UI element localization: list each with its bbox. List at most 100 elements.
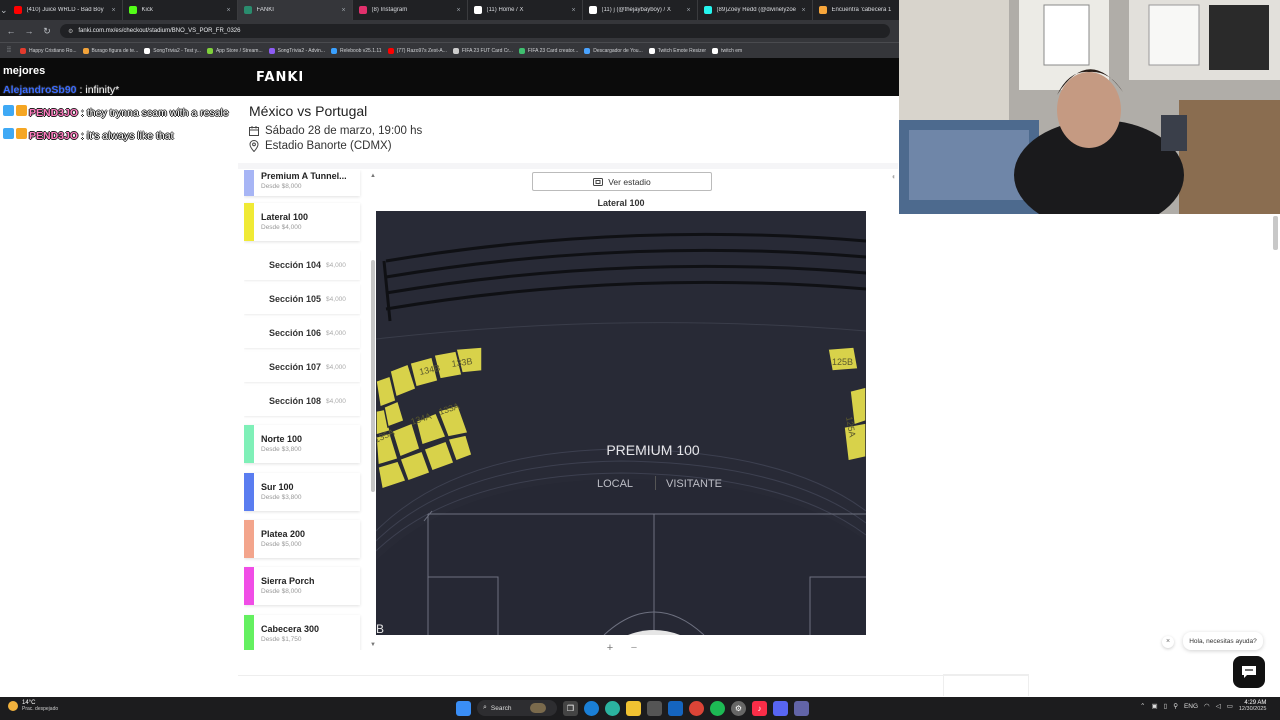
tab-close-icon[interactable]: × [111,7,115,14]
section-price: Desde $8,000 [261,588,302,595]
bookmark-favicon-icon [452,47,459,54]
url-field[interactable]: ⚙ fanki.com.mx/es/checkout/stadium/BNO_V… [60,24,890,38]
browser-tab[interactable]: (410) Juice WRLD - Bad Boy × [8,0,123,20]
browser-tab[interactable]: (89)Zoey Redd (@divinelyzoey) × [698,0,813,20]
tray-phone-icon[interactable]: ▯ [1164,702,1168,710]
tray-app-icon[interactable]: ▣ [1151,702,1157,710]
bookmark-item[interactable]: FIFA 23 FUT Card Cr... [452,47,513,54]
ver-estadio-button[interactable]: Ver estadio [532,172,712,191]
seat-label-125b: 125B [832,357,853,367]
forward-icon[interactable]: → [24,26,34,36]
language-indicator[interactable]: ENG [1184,703,1198,710]
music-icon[interactable]: ♪ [752,700,767,716]
section-card[interactable]: Sierra Porch Desde $8,000 [244,567,360,605]
section-card[interactable]: Premium A Tunnel... Desde $8,000 [244,170,360,196]
bookmark-item[interactable]: Happy Cristiano Ro... [20,47,77,54]
tray-pin-icon[interactable]: ⚲ [1173,702,1178,710]
tab-close-icon[interactable]: × [571,7,575,14]
help-bubble[interactable]: Hola, necesitas ayuda? [1183,632,1263,650]
tab-close-icon[interactable]: × [456,7,460,14]
chat-username[interactable]: PEND3JO [29,107,78,119]
tab-label: (89)Zoey Redd (@divinelyzoey) [716,7,797,13]
browser-tab[interactable]: FANKI × [237,0,353,20]
subsection-item[interactable]: Sección 108 $4,000 [244,386,360,416]
chat-username[interactable]: AlejandroSb90 [3,84,77,96]
tab-close-icon[interactable]: × [801,7,805,14]
section-card[interactable]: Norte 100 Desde $3,800 [244,425,360,463]
site-info-icon[interactable]: ⚙ [68,28,73,35]
zoom-in-button[interactable]: + [603,641,617,655]
calculator-icon[interactable] [647,700,662,716]
fanki-logo[interactable]: FANKI [256,70,304,85]
event-venue-text: Estadio Banorte (CDMX) [265,140,392,152]
stadium-icon [593,177,604,186]
volume-icon[interactable]: ◁ [1216,702,1221,710]
bookmark-item[interactable]: SongTrivia2 - Test y... [144,47,201,54]
tab-close-icon[interactable]: × [341,7,345,14]
subsection-item[interactable]: Sección 105 $4,000 [244,284,360,314]
tab-close-icon[interactable]: × [226,7,230,14]
bookmark-item[interactable]: App Store / Stream... [206,47,263,54]
section-card[interactable]: Sur 100 Desde $3,800 [244,473,360,511]
chat-header-text: mejores [0,62,236,80]
back-icon[interactable]: ← [6,26,16,36]
bookmark-item[interactable]: Twitch Emote Resizer [648,47,706,54]
chat-launcher-button[interactable] [1233,656,1265,688]
bookmark-favicon-icon [144,47,151,54]
tab-favicon-icon [13,6,22,14]
copilot-icon[interactable] [605,700,620,716]
page-scrollbar[interactable] [1273,216,1278,250]
browser-tab[interactable]: (11) Home / X × [468,0,583,20]
battery-icon[interactable]: ▭ [1227,702,1233,710]
taskbar-search[interactable]: ⌕ Search [477,700,557,716]
subsection-item[interactable]: Sección 106 $4,000 [244,318,360,348]
file-explorer-icon[interactable] [626,700,641,716]
section-card[interactable]: Cabecera 300 Desde $1,750 [244,615,360,650]
teams-icon[interactable] [794,700,809,716]
tab-close-icon[interactable]: × [686,7,690,14]
tab-label: (410) Juice WRLD - Bad Boy [26,7,104,13]
browser-tab[interactable]: (8) Instagram × [353,0,468,20]
bookmark-item[interactable]: FIFA 23 Card creator... [518,47,578,54]
zoom-out-button[interactable]: − [627,641,641,655]
taskbar-apps: ⌕ Search ❐ ⚙ ♪ [456,700,809,716]
bookmark-item[interactable]: (77) Razo97s Zest-A... [387,47,447,54]
subsection-item[interactable]: Sección 104 $4,000 [244,250,360,280]
section-list-scrollbar[interactable] [371,260,375,492]
clock[interactable]: 4:29 AM 12/30/2025 [1239,700,1267,712]
list-scroll-down-icon[interactable]: ▼ [370,642,376,648]
apps-icon[interactable]: ⁞⁞ [4,47,14,54]
chrome-icon[interactable] [689,700,704,716]
weather-widget[interactable]: 14°C Prac. despejado [8,700,58,712]
section-color-swatch [244,170,254,196]
stand-outline [376,322,866,340]
bookmark-item[interactable]: Burago figura de te... [82,47,138,54]
discord-icon[interactable] [773,700,788,716]
wifi-icon[interactable]: ◠ [1204,702,1210,710]
task-view-icon[interactable]: ❐ [563,700,578,716]
bookmark-item[interactable]: SongTrivia2 - Advin... [268,47,325,54]
chat-username[interactable]: PEND3JO [29,130,78,142]
bookmark-item[interactable]: Descargador de You... [584,47,643,54]
windows-start-icon[interactable] [456,700,471,716]
mail-icon[interactable] [668,700,683,716]
subsection-item[interactable]: Sección 107 $4,000 [244,352,360,382]
tab-list-icon[interactable]: ⌄ [0,5,8,16]
browser-tab[interactable]: Kick × [123,0,238,20]
section-card[interactable]: Lateral 100 Desde $4,000 [244,203,360,241]
list-scroll-up-icon[interactable]: ▲ [370,173,376,179]
bookmark-item[interactable]: Releboob v25.1.11 [330,47,382,54]
tray-chevron-icon[interactable]: ⌃ [1140,702,1145,710]
stadium-map[interactable]: 134B 133B 134A 133A 135A 125B 125A PREMI… [376,211,866,635]
bookmark-favicon-icon [584,47,591,54]
browser-tab[interactable]: (11) j (@thejaybayboy) / X × [583,0,698,20]
help-close-icon[interactable]: × [1162,636,1174,648]
section-color-swatch [244,473,254,511]
bookmark-item[interactable]: twitch em [712,47,742,54]
spotify-icon[interactable] [710,700,725,716]
reload-icon[interactable]: ↻ [42,26,52,37]
section-card[interactable]: Platea 200 Desde $5,000 [244,520,360,558]
settings-icon[interactable]: ⚙ [731,700,746,716]
edge-icon[interactable] [584,700,599,716]
local-label: LOCAL [597,478,633,490]
